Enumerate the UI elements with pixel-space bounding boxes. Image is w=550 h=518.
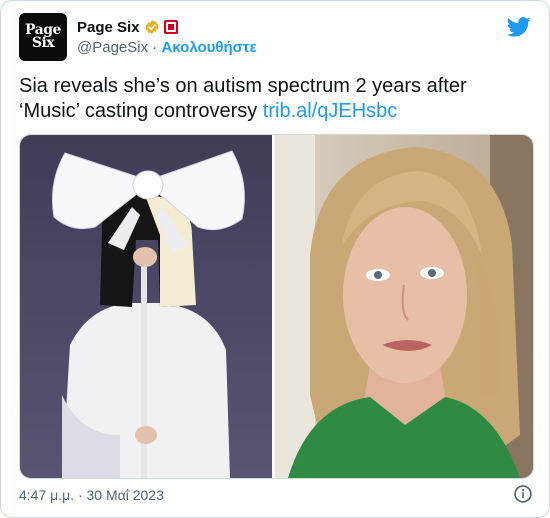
tweet-media[interactable] <box>19 134 534 479</box>
avatar[interactable]: Page Six <box>19 13 67 61</box>
timestamp[interactable]: 4:47 μ.μ. · 30 Μαΐ 2023 <box>19 487 164 503</box>
handle[interactable]: @PageSix <box>77 39 148 56</box>
follow-button[interactable]: Ακολουθήστε <box>161 39 256 56</box>
separator: · <box>148 39 162 56</box>
verified-badge-icon <box>145 20 159 34</box>
media-illustration <box>20 135 533 478</box>
left-photo <box>20 135 272 478</box>
tweet-text: Sia reveals she’s on autism spectrum 2 y… <box>19 74 531 124</box>
info-circle-icon[interactable] <box>513 484 533 504</box>
handle-row: @PageSix · Ακολουθήστε <box>77 39 257 56</box>
tweet-header: Page Six Page Six @PageSix · Ακολουθήστε <box>19 13 531 63</box>
tweet-body: Sia reveals she’s on autism spectrum 2 y… <box>19 75 467 122</box>
name-row: Page Six <box>77 17 178 37</box>
right-photo <box>275 135 533 478</box>
twitter-bird-icon[interactable] <box>507 17 531 37</box>
affiliation-badge-icon <box>163 20 178 34</box>
tweet-card[interactable]: Page Six Page Six @PageSix · Ακολουθήστε… <box>0 0 550 518</box>
display-name[interactable]: Page Six <box>77 19 140 36</box>
tweet-link[interactable]: trib.al/qJEHsbc <box>263 100 398 122</box>
avatar-line-2: Six <box>31 35 55 51</box>
